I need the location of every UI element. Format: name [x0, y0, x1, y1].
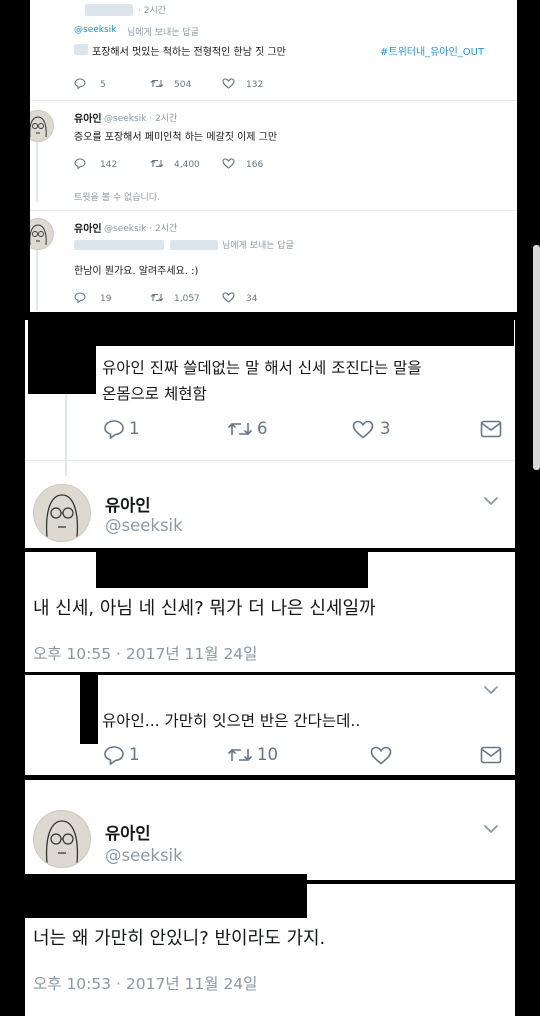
reply-count: 1: [129, 745, 140, 764]
author-name[interactable]: 유아인: [74, 110, 102, 125]
retweet-count: 4,400: [174, 160, 200, 170]
censor-block: [25, 874, 307, 918]
like-count: 3: [380, 419, 391, 438]
censored-mention: [170, 240, 218, 250]
tweet-text: 너는 왜 가만히 안있니? 반이라도 가지.: [33, 928, 326, 949]
thread-panel-middle: 유아인 진짜 쓸데없는 말 해서 신세 조진다는 말을 온몸으로 체현함 1 6…: [25, 316, 515, 548]
avatar[interactable]: [33, 484, 91, 542]
author-name[interactable]: 유아인: [74, 220, 102, 235]
like-icon[interactable]: [222, 292, 235, 303]
like-icon[interactable]: [222, 78, 235, 89]
author-handle[interactable]: @seeksik: [105, 516, 183, 535]
reply-text-line1: 유아인 진짜 쓸데없는 말 해서 신세 조진다는 말을: [102, 359, 422, 377]
retweet-count: 6: [257, 419, 268, 438]
author-handle: @seeksik · 2시간: [104, 224, 178, 234]
tweet-text: 증오를 포장해서 페미인척 하는 메갈짓 이제 그만: [74, 132, 278, 143]
retweet-icon[interactable]: [227, 420, 253, 438]
like-icon[interactable]: [370, 746, 392, 765]
censor-block: [96, 318, 514, 346]
like-count: 166: [246, 160, 264, 170]
censor-block: [28, 312, 96, 394]
tweet-timestamp[interactable]: 오후 10:55 · 2017년 11월 24일: [33, 642, 257, 664]
divider: [30, 210, 517, 211]
reply-icon[interactable]: [103, 745, 125, 765]
reply-panel: 유아인... 가만히 잇으면 반은 간다는데.. 1 10: [25, 675, 515, 775]
author-handle: @seeksik · 2시간: [104, 114, 178, 124]
thread-line: [36, 250, 38, 310]
reply-count: 19: [100, 294, 112, 304]
censored-name: [85, 4, 133, 16]
censor-block: [80, 672, 98, 744]
reply-count: 1: [129, 419, 140, 438]
avatar[interactable]: [30, 110, 54, 142]
unavailable-notice: 트윗을 볼 수 없습니다.: [74, 193, 160, 203]
reply-text: 유아인... 가만히 잇으면 반은 간다는데..: [102, 712, 361, 730]
reply-icon[interactable]: [74, 292, 86, 303]
direct-message-icon[interactable]: [480, 420, 502, 438]
reply-text-line2: 온몸으로 체현함: [102, 385, 207, 403]
tweet-timestamp[interactable]: 오후 10:53 · 2017년 11월 24일: [33, 972, 257, 994]
hashtag-link[interactable]: #트위터내_유아인_OUT: [380, 43, 484, 58]
retweet-icon[interactable]: [227, 746, 253, 764]
reply-icon[interactable]: [74, 78, 86, 89]
censored-mention: [74, 240, 164, 250]
censored-text: [74, 44, 88, 55]
chevron-down-icon[interactable]: [483, 824, 499, 834]
retweet-count: 504: [174, 80, 192, 90]
reply-icon[interactable]: [74, 158, 86, 169]
avatar[interactable]: [30, 218, 54, 250]
author-name[interactable]: 유아인: [105, 492, 151, 516]
censor-block: [96, 548, 368, 588]
author-handle[interactable]: @seeksik: [105, 846, 183, 865]
scrollbar-handle[interactable]: [533, 245, 540, 470]
divider: [30, 100, 517, 101]
direct-message-icon[interactable]: [480, 746, 502, 764]
thread-panel-top: · 2시간 @seeksik 님에게 보내는 답글 포장해서 멋있는 척하는 전…: [30, 0, 517, 312]
reply-count: 142: [100, 160, 118, 170]
like-icon[interactable]: [222, 158, 235, 169]
author-name[interactable]: 유아인: [105, 820, 151, 844]
reply-icon[interactable]: [103, 419, 125, 439]
tweet-text: 내 신세, 아님 네 신세? 뭐가 더 나은 신세일까: [33, 598, 376, 619]
retweet-icon[interactable]: [150, 292, 164, 303]
avatar[interactable]: [33, 810, 91, 868]
tweet-text: 포장해서 멋있는 척하는 전형적인 한남 짓 그만: [92, 47, 286, 58]
chevron-down-icon[interactable]: [483, 496, 499, 506]
like-icon[interactable]: [352, 420, 374, 439]
reply-mention[interactable]: @seeksik: [74, 25, 116, 35]
retweet-count: 10: [257, 745, 278, 764]
like-count: 132: [246, 80, 264, 90]
chevron-down-icon[interactable]: [483, 685, 499, 695]
reply-to-label: 님에게 보내는 답글: [222, 241, 294, 251]
retweet-icon[interactable]: [150, 158, 164, 169]
like-count: 34: [246, 294, 258, 304]
divider: [25, 460, 515, 461]
tweet-header-panel: 유아인 @seeksik: [25, 780, 515, 880]
tweet-time: · 2시간: [138, 6, 167, 16]
retweet-count: 1,057: [174, 294, 200, 304]
retweet-icon[interactable]: [150, 78, 164, 89]
thread-line: [36, 142, 38, 202]
tweet-text: 한남이 뭔가요. 알려주세요. :): [74, 266, 199, 277]
reply-to-label: 님에게 보내는 답글: [127, 28, 199, 38]
reply-count: 5: [100, 80, 106, 90]
